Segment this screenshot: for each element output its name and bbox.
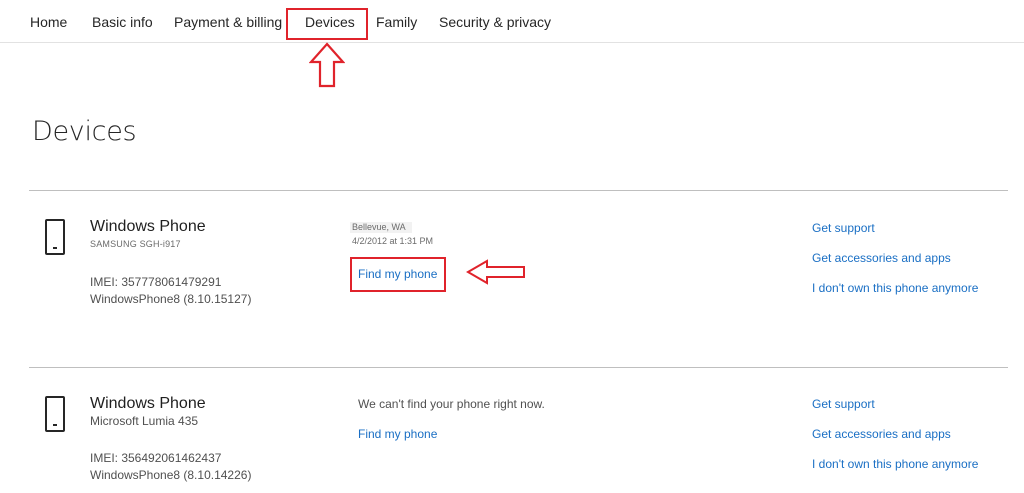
remove-phone-link[interactable]: I don't own this phone anymore bbox=[812, 281, 978, 295]
device-location: Bellevue, WA bbox=[352, 222, 406, 232]
device-os-version: WindowsPhone8 (8.10.15127) bbox=[90, 292, 252, 306]
nav-security-privacy[interactable]: Security & privacy bbox=[439, 14, 551, 30]
phone-icon bbox=[45, 396, 65, 432]
phone-icon bbox=[45, 219, 65, 255]
device-imei: IMEI: 357778061479291 bbox=[90, 275, 222, 289]
page-title: Devices bbox=[32, 116, 137, 147]
remove-phone-link[interactable]: I don't own this phone anymore bbox=[812, 457, 978, 471]
get-accessories-link[interactable]: Get accessories and apps bbox=[812, 251, 951, 265]
device-name: Windows Phone bbox=[90, 395, 206, 412]
nav-basic-info[interactable]: Basic info bbox=[92, 14, 153, 30]
device-model: Microsoft Lumia 435 bbox=[90, 414, 199, 428]
device-os-version: WindowsPhone8 (8.10.14226) bbox=[90, 468, 252, 482]
find-my-phone-annotation-box bbox=[350, 257, 446, 292]
devices-tab-annotation-box bbox=[286, 8, 368, 40]
section-divider bbox=[29, 190, 1008, 191]
device-imei: IMEI: 356492061462437 bbox=[90, 451, 222, 465]
left-arrow-icon bbox=[466, 259, 525, 285]
get-accessories-link[interactable]: Get accessories and apps bbox=[812, 427, 951, 441]
section-divider bbox=[29, 367, 1008, 368]
nav-payment-billing[interactable]: Payment & billing bbox=[174, 14, 282, 30]
device-status: We can't find your phone right now. bbox=[358, 397, 545, 411]
nav-family[interactable]: Family bbox=[376, 14, 417, 30]
get-support-link[interactable]: Get support bbox=[812, 397, 875, 411]
device-last-seen: 4/2/2012 at 1:31 PM bbox=[352, 236, 434, 246]
up-arrow-icon bbox=[309, 42, 345, 88]
device-model: SAMSUNG SGH-i917 bbox=[90, 239, 181, 249]
get-support-link[interactable]: Get support bbox=[812, 221, 875, 235]
top-nav: Home Basic info Payment & billing Device… bbox=[0, 0, 1024, 43]
find-my-phone-link[interactable]: Find my phone bbox=[358, 427, 437, 441]
nav-home[interactable]: Home bbox=[30, 14, 67, 30]
device-name: Windows Phone bbox=[90, 218, 206, 235]
